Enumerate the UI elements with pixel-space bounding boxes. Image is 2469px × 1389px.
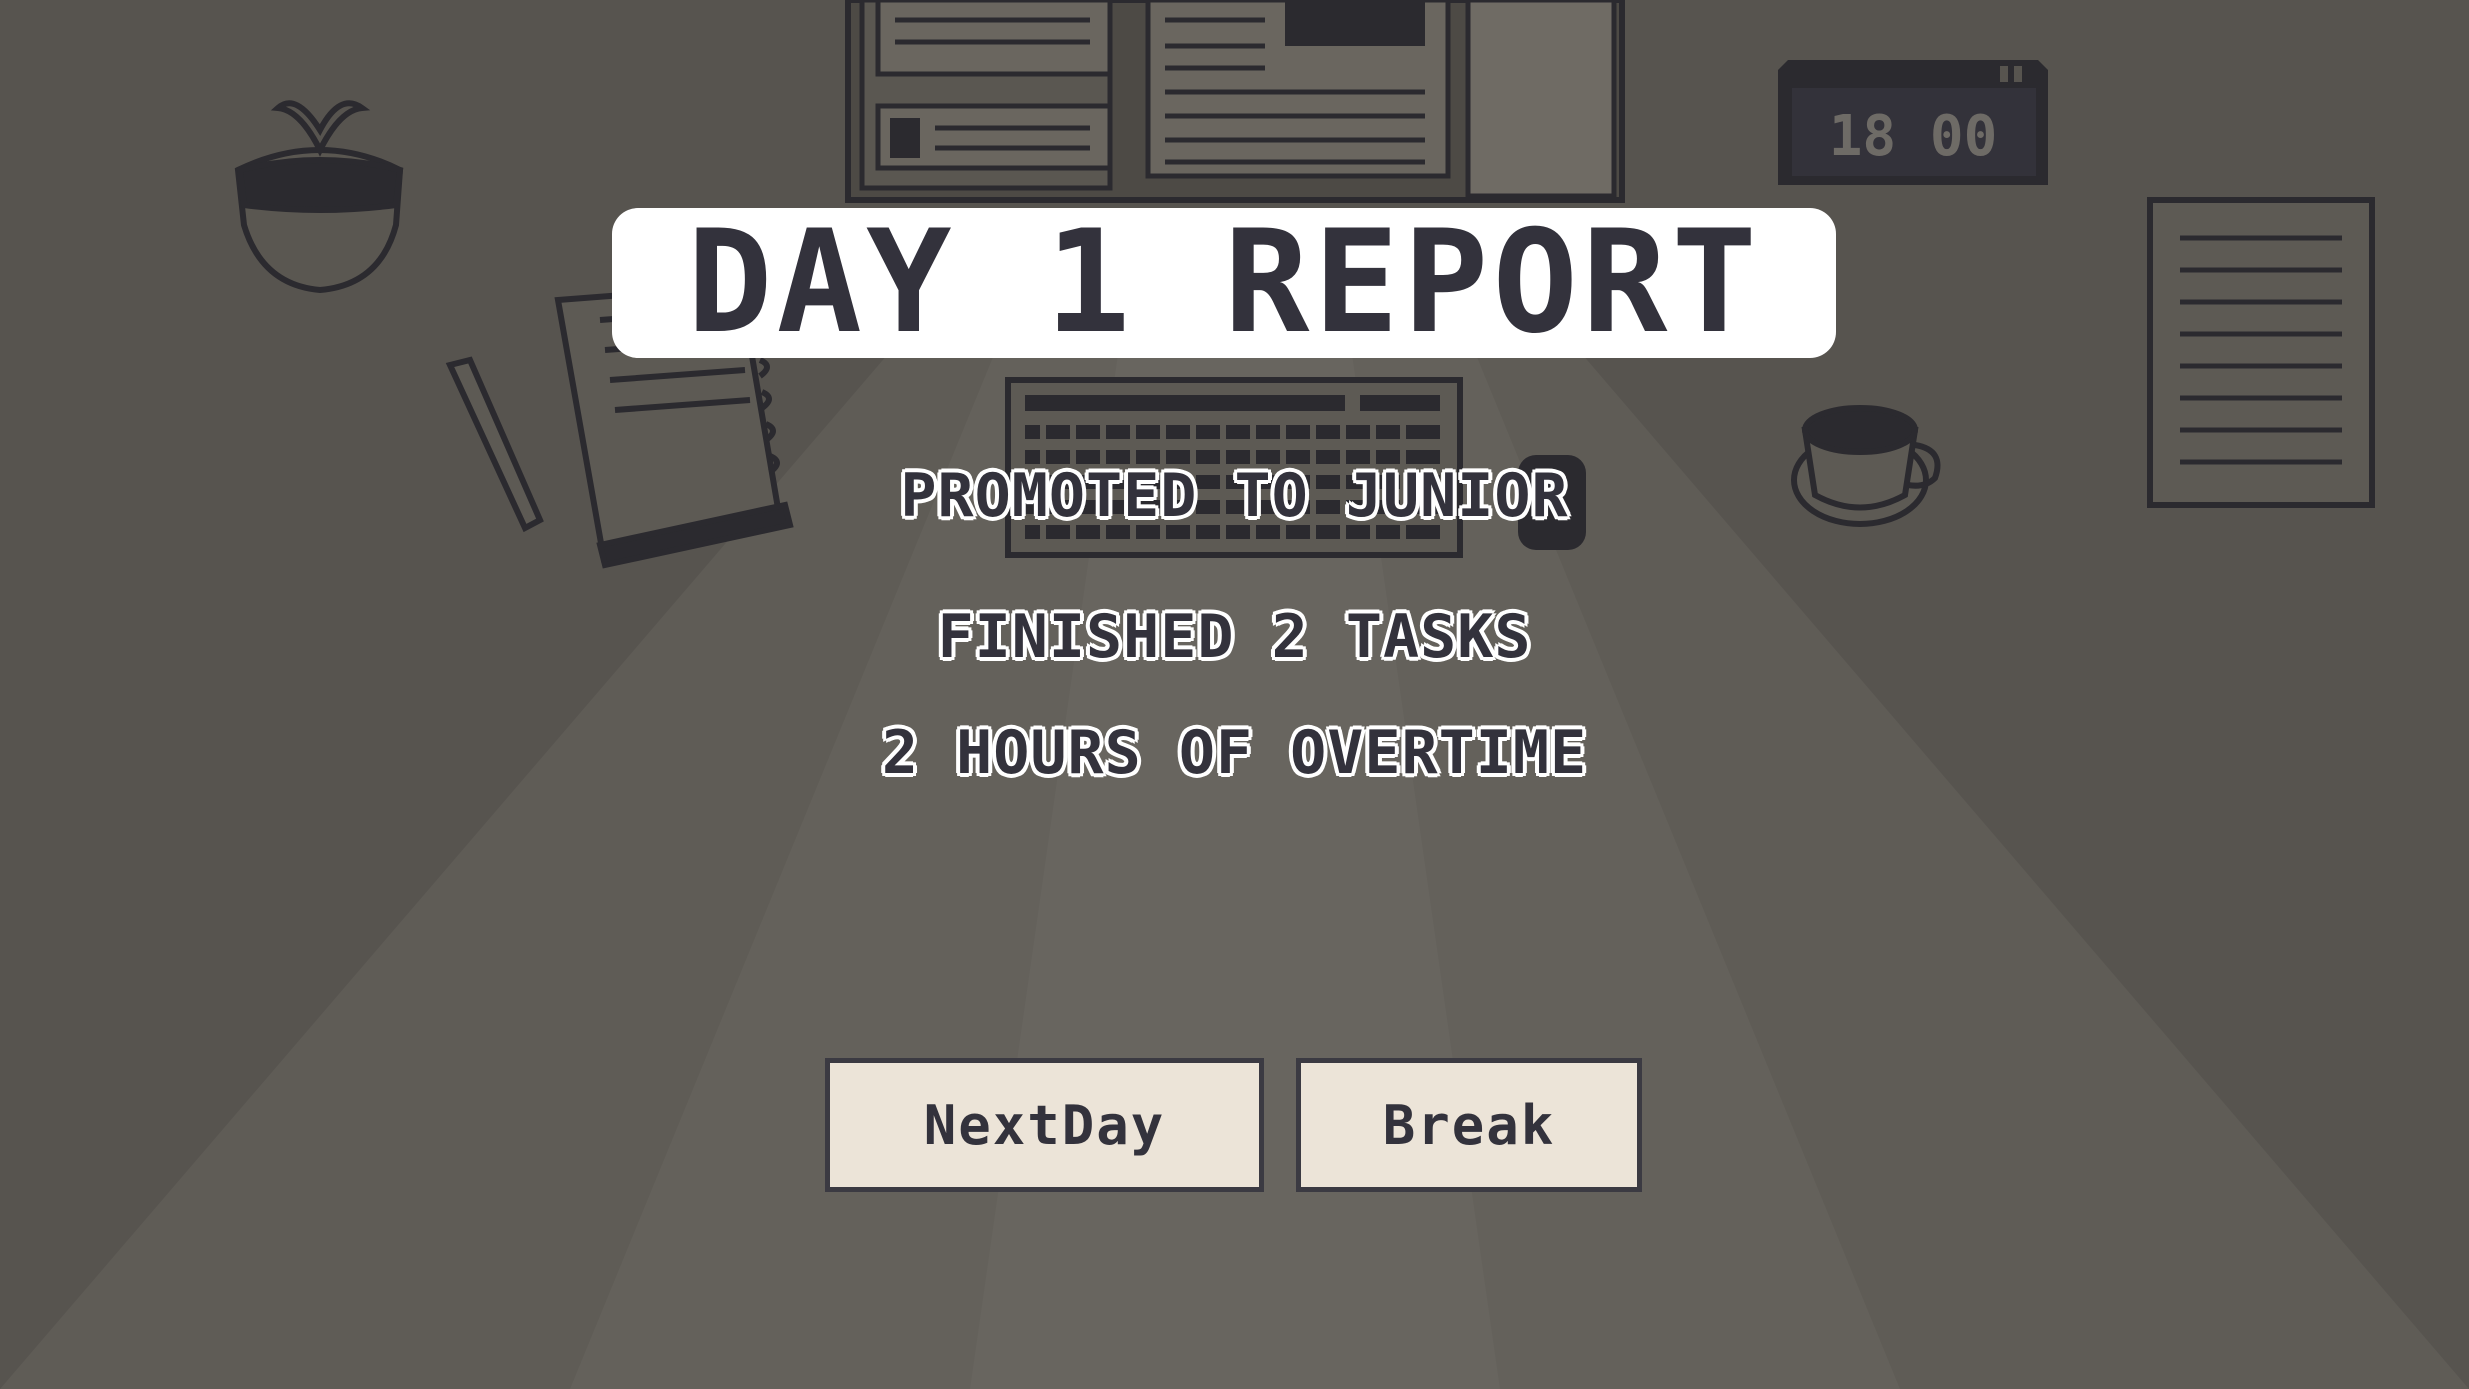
report-title: DAY 1 REPORT <box>612 208 1836 358</box>
clock-time: 18 00 <box>1829 104 1998 169</box>
monitor-icon <box>845 0 1625 203</box>
report-line-tasks: FINISHED 2 TASKS <box>937 602 1532 672</box>
next-day-button[interactable]: NextDay <box>825 1058 1264 1192</box>
clock-icon: 18 00 <box>1778 60 2048 185</box>
break-button[interactable]: Break <box>1296 1058 1642 1192</box>
report-line-overtime: 2 HOURS OF OVERTIME <box>881 718 1588 788</box>
day-report-screen: 18 00 DAY 1 REPORT PROMOTED TO JUNIOR FI… <box>0 0 2469 1389</box>
plant-pot-icon <box>234 100 404 294</box>
document-icon <box>2147 197 2375 508</box>
report-line-promotion: PROMOTED TO JUNIOR <box>900 461 1569 531</box>
